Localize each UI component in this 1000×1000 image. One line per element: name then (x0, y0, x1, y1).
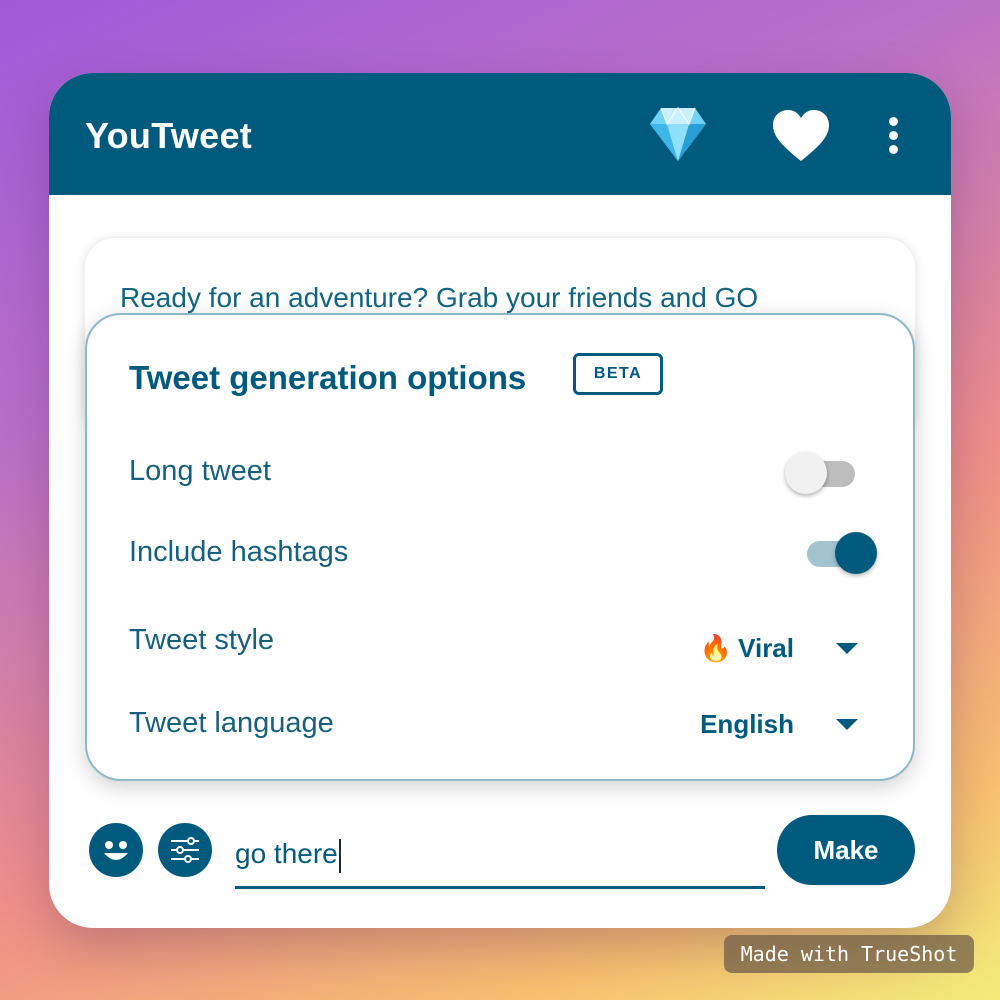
text-caret (338, 838, 341, 873)
smiley-icon (104, 841, 128, 860)
watermark: Made with TrueShot (724, 935, 974, 973)
tweet-language-dropdown[interactable]: English (700, 709, 858, 740)
prompt-input[interactable]: go there (235, 829, 765, 889)
emoji-button[interactable] (89, 823, 143, 877)
tweet-style-label: Tweet style (129, 624, 275, 656)
app-title: YouTweet (85, 115, 253, 156)
app-bar: YouTweet (49, 73, 951, 195)
app-window: YouTweet Ready for an adventure? Grab yo… (49, 73, 951, 928)
chevron-down-icon (836, 643, 858, 654)
sliders-icon (171, 837, 199, 863)
tweet-language-label: Tweet language (129, 707, 334, 739)
include-hashtags-toggle[interactable] (801, 529, 879, 575)
tweet-options-panel: Tweet generation options BETA Long tweet… (85, 313, 915, 781)
beta-badge: BETA (573, 353, 663, 395)
options-button[interactable] (158, 823, 212, 877)
tweet-style-dropdown[interactable]: 🔥 Viral (700, 633, 858, 664)
long-tweet-toggle[interactable] (785, 449, 863, 495)
more-vertical-icon[interactable] (889, 117, 899, 154)
include-hashtags-label: Include hashtags (129, 536, 349, 568)
diamond-icon[interactable] (649, 106, 707, 162)
composer-bar: go there Make (49, 803, 951, 913)
tweet-language-value: English (700, 709, 794, 739)
tweet-style-value: Viral (738, 633, 794, 663)
prompt-input-value: go there (235, 838, 338, 869)
chevron-down-icon (836, 719, 858, 730)
panel-title: Tweet generation options (129, 359, 527, 396)
heart-icon[interactable] (771, 109, 831, 163)
fire-icon: 🔥 (699, 633, 733, 663)
make-button[interactable]: Make (777, 815, 915, 885)
long-tweet-label: Long tweet (129, 455, 271, 487)
generated-tweet-text: Ready for an adventure? Grab your friend… (120, 282, 759, 313)
